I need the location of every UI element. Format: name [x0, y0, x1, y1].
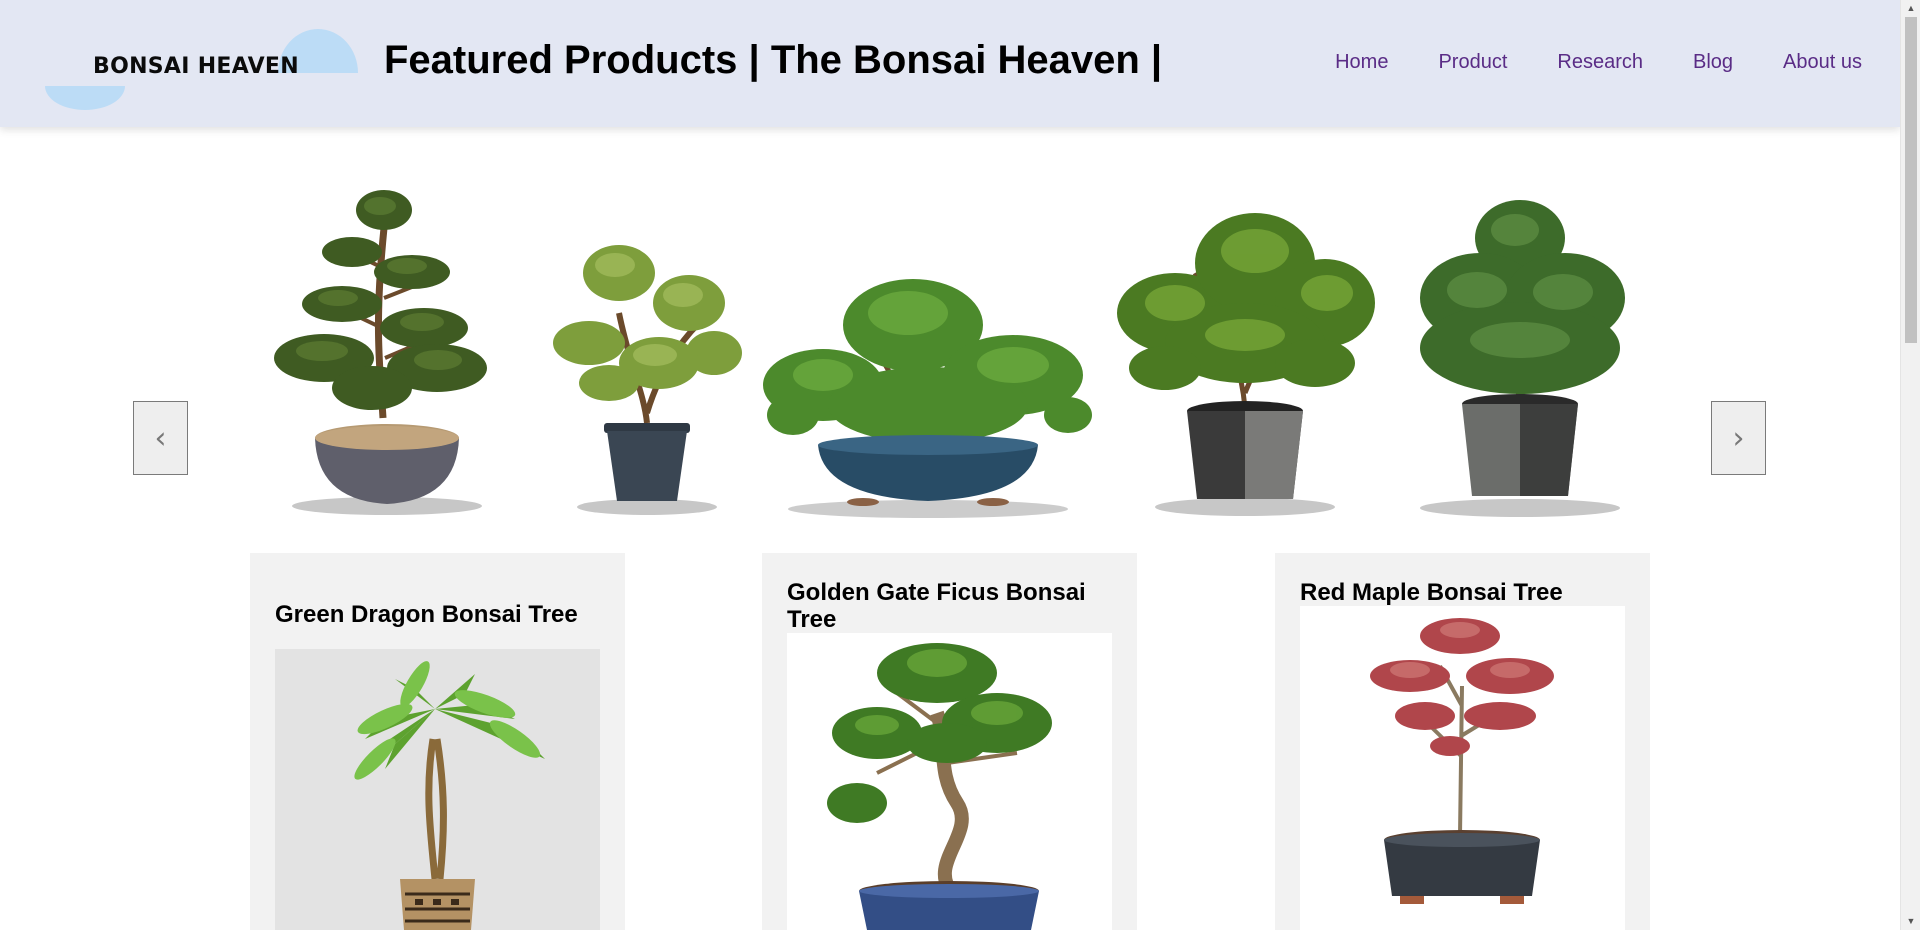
logo[interactable]: BONSAI HEAVEN	[40, 24, 370, 110]
product-card-golden-gate-ficus[interactable]: Golden Gate Ficus Bonsai Tree	[762, 553, 1137, 930]
logo-blob-bottom	[45, 86, 125, 110]
page-scrollbar[interactable]: ▲ ▼	[1900, 0, 1920, 930]
nav-about-us[interactable]: About us	[1783, 51, 1862, 74]
red-maple-bonsai-image	[1370, 618, 1554, 904]
carousel-image-juniper-bonsai	[553, 245, 742, 515]
product-image-green-dragon[interactable]	[275, 649, 600, 930]
ficus-bonsai-image	[827, 643, 1052, 930]
product-image-red-maple[interactable]	[1300, 606, 1625, 930]
scrollbar-thumb[interactable]	[1905, 17, 1917, 343]
product-title: Red Maple Bonsai Tree	[1300, 579, 1563, 606]
page-title: Featured Products | The Bonsai Heaven |	[384, 38, 1163, 82]
product-card-green-dragon[interactable]: Green Dragon Bonsai Tree	[250, 553, 625, 930]
logo-text: BONSAI HEAVEN	[93, 54, 299, 79]
product-card-red-maple[interactable]: Red Maple Bonsai Tree	[1275, 553, 1650, 930]
product-title: Golden Gate Ficus Bonsai Tree	[787, 579, 1086, 633]
product-image-golden-gate-ficus[interactable]	[787, 633, 1112, 930]
product-title: Green Dragon Bonsai Tree	[275, 601, 578, 628]
nav-home[interactable]: Home	[1335, 51, 1388, 74]
site-header: BONSAI HEAVEN Featured Products | The Bo…	[0, 0, 1900, 127]
main-nav: Home Product Research Blog About us	[1335, 51, 1862, 74]
carousel-image-cloud-bonsai	[274, 190, 487, 515]
carousel-image-conifer-bonsai	[1420, 200, 1625, 517]
nav-product[interactable]: Product	[1438, 51, 1507, 74]
scroll-down-arrow-icon[interactable]: ▼	[1901, 913, 1920, 930]
nav-research[interactable]: Research	[1557, 51, 1643, 74]
carousel-prev-button[interactable]: ‹	[133, 401, 188, 475]
carousel-next-button[interactable]: ›	[1711, 401, 1766, 475]
carousel-image-leafy-bonsai	[763, 279, 1092, 518]
scroll-up-arrow-icon[interactable]: ▲	[1901, 0, 1920, 17]
carousel-image-pine-bonsai	[1117, 213, 1375, 516]
money-tree-image	[354, 661, 545, 930]
nav-blog[interactable]: Blog	[1693, 51, 1733, 74]
